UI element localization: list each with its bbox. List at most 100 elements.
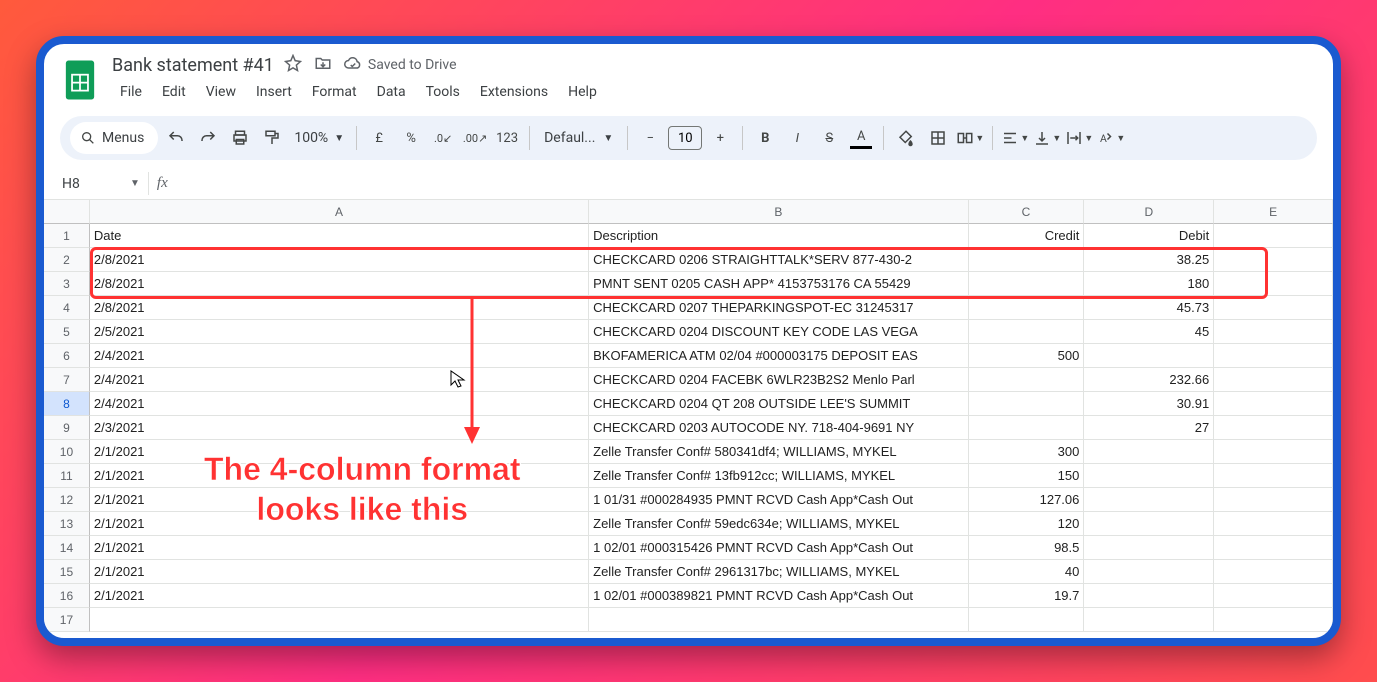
menu-tools[interactable]: Tools bbox=[418, 80, 468, 104]
cell[interactable]: Zelle Transfer Conf# 2961317bc; WILLIAMS… bbox=[589, 560, 968, 584]
decrease-decimal-button[interactable]: .0↙ bbox=[429, 124, 457, 152]
cell[interactable]: 38.25 bbox=[1084, 248, 1214, 272]
cell[interactable] bbox=[1214, 584, 1333, 608]
cell[interactable]: Date bbox=[90, 224, 589, 248]
row-header-9[interactable]: 9 bbox=[44, 416, 90, 440]
cell[interactable] bbox=[1214, 392, 1333, 416]
print-button[interactable] bbox=[226, 124, 254, 152]
font-select[interactable]: Defaul...▼ bbox=[538, 130, 619, 146]
cell[interactable]: 2/1/2021 bbox=[90, 512, 589, 536]
cell[interactable] bbox=[589, 608, 968, 632]
document-title[interactable]: Bank statement #41 bbox=[112, 55, 274, 76]
cell[interactable]: 27 bbox=[1084, 416, 1214, 440]
cell[interactable] bbox=[1084, 608, 1214, 632]
rotate-button[interactable]: A▼ bbox=[1097, 124, 1125, 152]
cell[interactable]: 2/1/2021 bbox=[90, 536, 589, 560]
cell[interactable]: CHECKCARD 0206 STRAIGHTTALK*SERV 877-430… bbox=[589, 248, 968, 272]
cell[interactable]: 2/4/2021 bbox=[90, 368, 589, 392]
font-size-increase[interactable]: + bbox=[706, 124, 734, 152]
cell[interactable]: 2/1/2021 bbox=[90, 440, 589, 464]
name-box-dropdown[interactable]: ▼ bbox=[130, 178, 140, 189]
cell[interactable] bbox=[969, 416, 1085, 440]
row-header-8[interactable]: 8 bbox=[44, 392, 90, 416]
cell[interactable] bbox=[1084, 440, 1214, 464]
text-color-button[interactable]: A bbox=[847, 124, 875, 152]
menu-view[interactable]: View bbox=[198, 80, 244, 104]
cell[interactable]: 2/5/2021 bbox=[90, 320, 589, 344]
cell[interactable]: 2/3/2021 bbox=[90, 416, 589, 440]
cell[interactable]: 45 bbox=[1084, 320, 1214, 344]
wrap-button[interactable]: ▼ bbox=[1065, 124, 1093, 152]
cell[interactable]: 1 02/01 #000389821 PMNT RCVD Cash App*Ca… bbox=[589, 584, 968, 608]
cell[interactable] bbox=[1084, 488, 1214, 512]
row-header-7[interactable]: 7 bbox=[44, 368, 90, 392]
undo-button[interactable] bbox=[162, 124, 190, 152]
cell[interactable] bbox=[1084, 584, 1214, 608]
cell[interactable] bbox=[1214, 296, 1333, 320]
cell[interactable]: CHECKCARD 0204 DISCOUNT KEY CODE LAS VEG… bbox=[589, 320, 968, 344]
cell[interactable]: 2/1/2021 bbox=[90, 488, 589, 512]
cell[interactable] bbox=[1214, 416, 1333, 440]
redo-button[interactable] bbox=[194, 124, 222, 152]
cell[interactable] bbox=[969, 392, 1085, 416]
cell[interactable]: 300 bbox=[969, 440, 1085, 464]
cell[interactable] bbox=[1214, 536, 1333, 560]
cell[interactable] bbox=[969, 272, 1085, 296]
cell[interactable]: 2/8/2021 bbox=[90, 248, 589, 272]
cell[interactable]: 1 02/01 #000315426 PMNT RCVD Cash App*Ca… bbox=[589, 536, 968, 560]
cell[interactable]: 180 bbox=[1084, 272, 1214, 296]
font-size-decrease[interactable]: − bbox=[636, 124, 664, 152]
search-menus[interactable]: Menus bbox=[70, 122, 158, 154]
cell[interactable]: 2/1/2021 bbox=[90, 464, 589, 488]
fill-color-button[interactable] bbox=[892, 124, 920, 152]
cell[interactable]: 19.7 bbox=[969, 584, 1085, 608]
cell[interactable] bbox=[969, 608, 1085, 632]
col-header-C[interactable]: C bbox=[969, 200, 1085, 224]
cell[interactable] bbox=[969, 320, 1085, 344]
cell[interactable]: 30.91 bbox=[1084, 392, 1214, 416]
row-header-2[interactable]: 2 bbox=[44, 248, 90, 272]
menu-edit[interactable]: Edit bbox=[154, 80, 194, 104]
h-align-button[interactable]: ▼ bbox=[1001, 124, 1029, 152]
cell[interactable]: Description bbox=[589, 224, 968, 248]
row-header-13[interactable]: 13 bbox=[44, 512, 90, 536]
cell[interactable]: 45.73 bbox=[1084, 296, 1214, 320]
sheets-logo[interactable] bbox=[60, 54, 100, 106]
cell[interactable] bbox=[1214, 440, 1333, 464]
cell[interactable]: 98.5 bbox=[969, 536, 1085, 560]
cell[interactable] bbox=[1084, 344, 1214, 368]
cell[interactable]: 2/1/2021 bbox=[90, 584, 589, 608]
row-header-11[interactable]: 11 bbox=[44, 464, 90, 488]
borders-button[interactable] bbox=[924, 124, 952, 152]
cell[interactable] bbox=[1214, 488, 1333, 512]
cell[interactable]: PMNT SENT 0205 CASH APP* 4153753176 CA 5… bbox=[589, 272, 968, 296]
formula-bar[interactable]: fx bbox=[148, 172, 168, 195]
spreadsheet-grid[interactable]: ABCDE1DateDescriptionCreditDebit22/8/202… bbox=[44, 200, 1333, 638]
col-header-B[interactable]: B bbox=[589, 200, 968, 224]
menu-format[interactable]: Format bbox=[304, 80, 365, 104]
cell[interactable] bbox=[969, 368, 1085, 392]
row-header-3[interactable]: 3 bbox=[44, 272, 90, 296]
strikethrough-button[interactable]: S bbox=[815, 124, 843, 152]
cell[interactable] bbox=[969, 248, 1085, 272]
row-header-15[interactable]: 15 bbox=[44, 560, 90, 584]
row-header-1[interactable]: 1 bbox=[44, 224, 90, 248]
col-header-E[interactable]: E bbox=[1214, 200, 1333, 224]
cell[interactable]: BKOFAMERICA ATM 02/04 #000003175 DEPOSIT… bbox=[589, 344, 968, 368]
row-header-16[interactable]: 16 bbox=[44, 584, 90, 608]
menu-data[interactable]: Data bbox=[369, 80, 414, 104]
cell[interactable] bbox=[1214, 320, 1333, 344]
cell[interactable]: CHECKCARD 0204 FACEBK 6WLR23B2S2 Menlo P… bbox=[589, 368, 968, 392]
cell[interactable] bbox=[1084, 464, 1214, 488]
cell[interactable]: 500 bbox=[969, 344, 1085, 368]
increase-decimal-button[interactable]: .00↗ bbox=[461, 124, 489, 152]
cell[interactable]: Zelle Transfer Conf# 13fb912cc; WILLIAMS… bbox=[589, 464, 968, 488]
move-icon[interactable] bbox=[314, 54, 332, 76]
font-size-input[interactable]: 10 bbox=[668, 126, 702, 150]
cell[interactable] bbox=[1214, 512, 1333, 536]
cell[interactable] bbox=[1214, 368, 1333, 392]
cell[interactable]: 2/8/2021 bbox=[90, 296, 589, 320]
cell[interactable]: Credit bbox=[969, 224, 1085, 248]
name-box[interactable]: H8 bbox=[62, 176, 122, 192]
cell[interactable]: 120 bbox=[969, 512, 1085, 536]
